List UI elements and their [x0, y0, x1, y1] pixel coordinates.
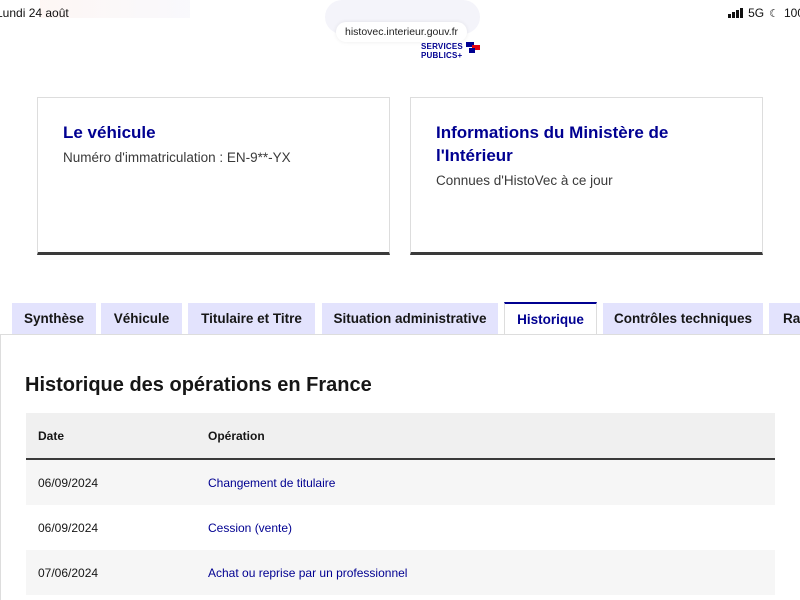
brand-text: SERVICES PUBLICS+: [421, 42, 463, 60]
tab-rapport[interactable]: Rap: [769, 303, 800, 335]
registration-number: Numéro d'immatriculation : EN-9**-YX: [63, 150, 291, 165]
row-operation: Cession (vente): [208, 520, 293, 535]
ministry-info-card: Informations du Ministère de l'Intérieur…: [410, 97, 763, 255]
table-row-partial: [26, 595, 775, 600]
table-row: 06/09/2024 Changement de titulaire: [26, 460, 775, 505]
brand-line-1: SERVICES: [421, 42, 463, 51]
tab-titulaire-titre[interactable]: Titulaire et Titre: [188, 303, 315, 335]
tab-synthese[interactable]: Synthèse: [12, 303, 96, 335]
brand-mark-icon: [465, 42, 480, 54]
row-operation: Changement de titulaire: [208, 475, 336, 490]
network-label: 5G: [748, 6, 765, 20]
row-operation: Achat ou reprise par un professionnel: [208, 565, 408, 580]
history-title: Historique des opérations en France: [25, 374, 372, 396]
history-table: Date Opération 06/09/2024 Changement de …: [26, 413, 775, 600]
row-date: 06/09/2024: [38, 475, 99, 490]
table-body: 06/09/2024 Changement de titulaire 06/09…: [26, 460, 775, 600]
vehicle-card-title: Le véhicule: [63, 123, 156, 142]
column-header-operation: Opération: [208, 428, 265, 443]
status-time: Lundi 24 août: [0, 6, 69, 20]
ministry-card-text: Connues d'HistoVec à ce jour: [436, 173, 613, 188]
battery-label: 100: [783, 6, 800, 20]
row-date: 07/06/2024: [38, 565, 99, 580]
row-date: 06/09/2024: [38, 520, 99, 535]
tab-controles-techniques[interactable]: Contrôles techniques: [603, 303, 763, 335]
table-header: Date Opération: [26, 413, 775, 460]
moon-icon: ☾: [769, 7, 779, 20]
table-row: 06/09/2024 Cession (vente): [26, 505, 775, 550]
tab-historique[interactable]: Historique: [504, 302, 597, 337]
vehicle-card: Le véhicule Numéro d'immatriculation : E…: [37, 97, 390, 255]
column-header-date: Date: [38, 428, 65, 443]
services-publics-logo[interactable]: SERVICES PUBLICS+: [421, 42, 480, 60]
brand-line-2: PUBLICS+: [421, 51, 463, 60]
tab-bar: Synthèse Véhicule Titulaire et Titre Sit…: [0, 302, 800, 337]
table-row: 07/06/2024 Achat ou reprise par un profe…: [26, 550, 775, 595]
tab-vehicule[interactable]: Véhicule: [101, 303, 182, 335]
ministry-card-title: Informations du Ministère de l'Intérieur: [436, 123, 669, 165]
status-indicators: 5G ☾ 100: [728, 6, 800, 20]
tab-situation-administrative[interactable]: Situation administrative: [322, 303, 498, 335]
address-bar[interactable]: histovec.interieur.gouv.fr: [336, 22, 468, 42]
signal-icon: [728, 8, 744, 18]
